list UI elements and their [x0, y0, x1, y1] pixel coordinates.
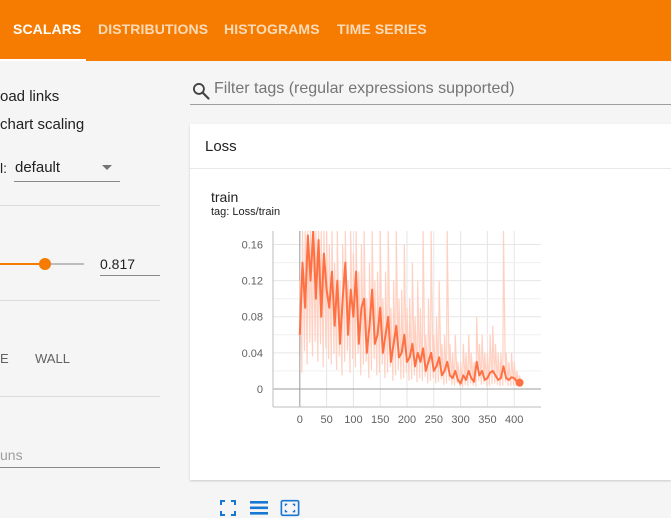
runs-filter-input[interactable]: uns — [0, 441, 160, 468]
x-tick-label: 0 — [297, 414, 303, 426]
y-tick-label: 0.12 — [242, 276, 263, 288]
y-tick-label: 0.08 — [242, 312, 263, 324]
tooltip-sorting-select[interactable]: default — [15, 159, 60, 176]
search-underline — [190, 104, 671, 105]
loss-chart[interactable]: 0 50 100 150 200 250 300 350 400 0.16 0.12 0.08 0.04… — [190, 124, 671, 480]
search-icon — [193, 83, 210, 100]
x-tick-label: 350 — [478, 414, 496, 426]
x-tick-label: 200 — [398, 414, 416, 426]
main-content: Filter tags (regular expressions support… — [178, 61, 671, 517]
y-tick-label: 0.04 — [242, 348, 263, 360]
tab-time-series[interactable]: TIME SERIES — [337, 0, 427, 61]
smoothing-value-input[interactable]: 0.817 — [100, 253, 160, 276]
settings-sidebar: oad links chart scaling l: default 0.817… — [0, 61, 178, 480]
horizontal-axis-option-wall[interactable]: WALL — [35, 351, 70, 366]
sidebar-divider — [0, 396, 160, 397]
tab-histograms[interactable]: HISTOGRAMS — [224, 0, 320, 61]
x-tick-label: 50 — [320, 414, 332, 426]
tab-distributions[interactable]: DISTRIBUTIONS — [98, 0, 208, 61]
series-end-point — [515, 378, 524, 387]
smoothing-slider-thumb[interactable] — [38, 258, 51, 270]
smoothing-slider-fill — [0, 263, 45, 265]
x-tick-label: 400 — [505, 414, 523, 426]
data-table-icon[interactable] — [249, 498, 269, 518]
tag-group-panel: Loss train tag: Loss/train 0 50 100 150 200 2… — [190, 124, 671, 517]
y-tick-label: 0 — [257, 384, 263, 396]
y-tick-label: 0.16 — [242, 240, 263, 252]
x-tick-label: 300 — [451, 414, 469, 426]
sidebar-divider — [0, 205, 160, 206]
tab-scalars[interactable]: SCALARS — [13, 0, 81, 61]
chevron-down-icon[interactable] — [102, 165, 112, 170]
fit-domain-icon[interactable] — [280, 498, 300, 518]
select-underline — [14, 181, 120, 182]
tooltip-sorting-label: l: — [0, 160, 7, 176]
filter-tags-input[interactable]: Filter tags (regular expressions support… — [214, 80, 671, 104]
x-tick-label: 150 — [371, 414, 389, 426]
fullscreen-icon[interactable] — [218, 498, 238, 518]
x-tick-label: 250 — [425, 414, 443, 426]
ignore-outliers-chart-scaling-option[interactable]: chart scaling — [0, 116, 84, 133]
horizontal-axis-option-relative[interactable]: E — [0, 351, 9, 366]
top-navigation-bar: SCALARS DISTRIBUTIONS HISTOGRAMS TIME SE… — [0, 0, 671, 61]
sidebar-divider — [0, 300, 160, 301]
show-download-links-option[interactable]: oad links — [0, 88, 59, 105]
x-tick-label: 100 — [344, 414, 362, 426]
